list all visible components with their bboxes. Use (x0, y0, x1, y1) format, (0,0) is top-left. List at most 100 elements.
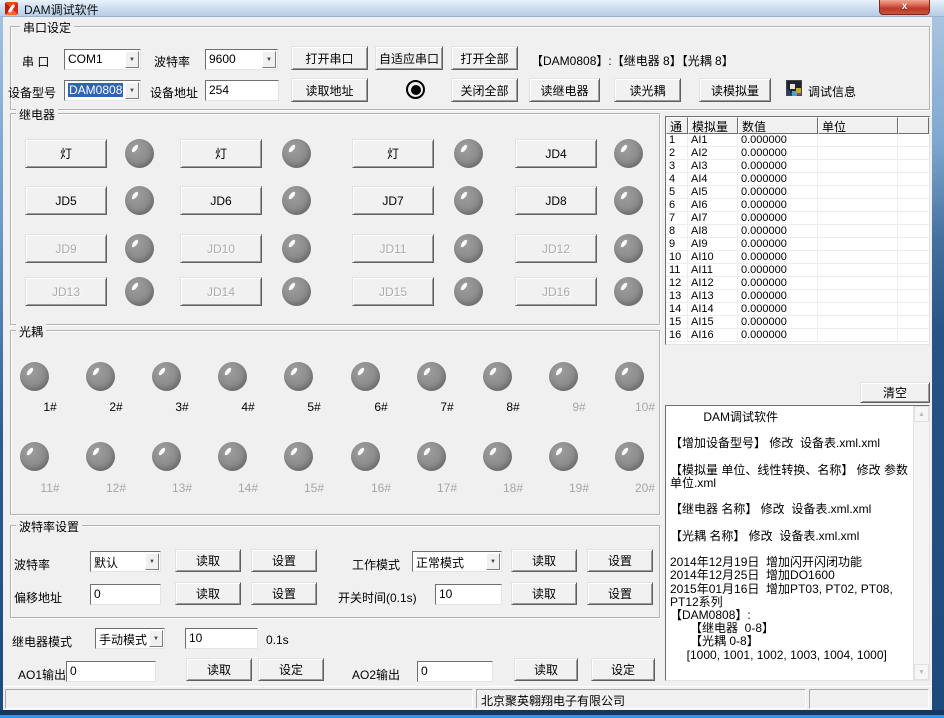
table-cell: AI3 (688, 160, 738, 172)
baudrate-combobox[interactable]: 9600 (205, 49, 278, 70)
read-analog-button[interactable]: 读模拟量 (699, 78, 771, 102)
offset-input[interactable]: 0 (90, 584, 161, 605)
info-scrollbar[interactable] (913, 406, 929, 680)
table-cell: AI11 (688, 264, 738, 276)
relay-button-6[interactable]: JD6 (180, 186, 262, 215)
ao1-input[interactable]: 0 (66, 661, 156, 682)
dropdown-arrow-icon[interactable] (262, 51, 276, 68)
relay-button-3[interactable]: 灯 (352, 139, 434, 168)
relay-indicator-5 (125, 186, 154, 215)
relay-button-1[interactable]: 灯 (25, 139, 107, 168)
table-row[interactable]: 1AI10.000000 (666, 134, 929, 147)
table-row[interactable]: 3AI30.000000 (666, 160, 929, 173)
dropdown-arrow-icon[interactable] (125, 82, 139, 99)
table-row[interactable]: 4AI40.000000 (666, 173, 929, 186)
open-port-button[interactable]: 打开串口 (291, 46, 368, 70)
read-opto-button[interactable]: 读光耦 (614, 78, 681, 102)
ao2-input[interactable]: 0 (417, 661, 493, 682)
port-combobox[interactable]: COM1 (64, 49, 141, 70)
opto-label-2: 2# (93, 400, 139, 414)
relay-indicator-6 (282, 186, 311, 215)
switch-time-read-button[interactable]: 读取 (511, 582, 577, 605)
switch-time-set-button[interactable]: 设置 (587, 582, 653, 605)
table-cell (898, 173, 929, 185)
relay-button-7[interactable]: JD7 (352, 186, 434, 215)
relay-time-unit: 0.1s (266, 633, 289, 647)
work-mode-read-button[interactable]: 读取 (511, 549, 577, 572)
offset-read-button[interactable]: 读取 (175, 582, 241, 605)
relay-button-4[interactable]: JD4 (515, 139, 597, 168)
opto-indicator-1 (20, 362, 49, 391)
table-header-cell[interactable]: 单位 (818, 117, 898, 134)
auto-port-button[interactable]: 自适应串口 (375, 46, 443, 70)
analog-values-table[interactable]: 通模拟量数值单位 1AI10.0000002AI20.0000003AI30.0… (665, 116, 930, 345)
baud-setting-combobox[interactable]: 默认 (90, 551, 161, 572)
relay-button-5[interactable]: JD5 (25, 186, 107, 215)
read-relay-button[interactable]: 读继电器 (529, 78, 600, 102)
table-row[interactable]: 14AI140.000000 (666, 303, 929, 316)
scroll-down-icon[interactable] (914, 664, 929, 680)
relay-button-8[interactable]: JD8 (515, 186, 597, 215)
opto-label-12: 12# (93, 481, 139, 495)
opto-indicator-3 (152, 362, 181, 391)
relay-mode-combobox[interactable]: 手动模式 (95, 628, 165, 649)
work-mode-combobox[interactable]: 正常模式 (412, 551, 502, 572)
table-row[interactable]: 9AI90.000000 (666, 238, 929, 251)
table-cell: 0.000000 (738, 160, 818, 172)
table-cell: 14 (666, 303, 688, 315)
table-cell: 0.000000 (738, 225, 818, 237)
table-cell (818, 316, 898, 328)
table-header-cell[interactable]: 通 (666, 117, 688, 134)
close-all-button[interactable]: 关闭全部 (451, 78, 518, 102)
table-cell: 6 (666, 199, 688, 211)
table-row[interactable]: 15AI150.000000 (666, 316, 929, 329)
ao1-set-button[interactable]: 设定 (258, 658, 324, 681)
scroll-up-icon[interactable] (914, 406, 929, 422)
relay-button-2[interactable]: 灯 (180, 139, 262, 168)
table-row[interactable]: 8AI80.000000 (666, 225, 929, 238)
table-row[interactable]: 16AI160.000000 (666, 329, 929, 342)
model-combobox[interactable]: DAM0808 (64, 80, 141, 101)
read-address-button[interactable]: 读取地址 (291, 78, 368, 102)
baud-set-button[interactable]: 设置 (251, 549, 317, 572)
opto-label-5: 5# (291, 400, 337, 414)
table-row[interactable]: 5AI50.000000 (666, 186, 929, 199)
ao2-set-button[interactable]: 设定 (591, 658, 655, 681)
open-all-button[interactable]: 打开全部 (451, 46, 518, 70)
ao1-read-button[interactable]: 读取 (186, 658, 252, 681)
app-logo-icon (5, 2, 18, 15)
table-header-cell[interactable] (898, 117, 929, 134)
dropdown-arrow-icon[interactable] (149, 630, 163, 647)
opto-indicator-13 (152, 442, 181, 471)
table-cell: 13 (666, 290, 688, 302)
opto-group-title: 光耦 (16, 323, 46, 340)
address-input[interactable]: 254 (205, 80, 279, 101)
debug-info-icon[interactable] (786, 80, 802, 96)
table-header-cell[interactable]: 模拟量 (688, 117, 738, 134)
table-row[interactable]: 6AI60.000000 (666, 199, 929, 212)
table-row[interactable]: 12AI120.000000 (666, 277, 929, 290)
table-row[interactable]: 11AI110.000000 (666, 264, 929, 277)
offset-set-button[interactable]: 设置 (251, 582, 317, 605)
clear-button[interactable]: 清空 (860, 382, 930, 403)
dropdown-arrow-icon[interactable] (145, 553, 159, 570)
opto-indicator-8 (483, 362, 512, 391)
switch-time-input[interactable]: 10 (435, 584, 502, 605)
opto-indicator-15 (284, 442, 313, 471)
baud-read-button[interactable]: 读取 (175, 549, 241, 572)
dropdown-arrow-icon[interactable] (125, 51, 139, 68)
table-row[interactable]: 10AI100.000000 (666, 251, 929, 264)
debug-info-label[interactable]: 调试信息 (808, 83, 856, 100)
relay-time-input[interactable]: 10 (185, 628, 258, 649)
work-mode-set-button[interactable]: 设置 (587, 549, 653, 572)
table-row[interactable]: 13AI130.000000 (666, 290, 929, 303)
relay-indicator-16 (614, 277, 643, 306)
close-button[interactable]: x (879, 0, 930, 15)
table-cell: 0.000000 (738, 147, 818, 159)
table-header-cell[interactable]: 数值 (738, 117, 818, 134)
table-row[interactable]: 2AI20.000000 (666, 147, 929, 160)
dropdown-arrow-icon[interactable] (486, 553, 500, 570)
ao2-read-button[interactable]: 读取 (514, 658, 578, 681)
table-cell (818, 225, 898, 237)
table-row[interactable]: 7AI70.000000 (666, 212, 929, 225)
